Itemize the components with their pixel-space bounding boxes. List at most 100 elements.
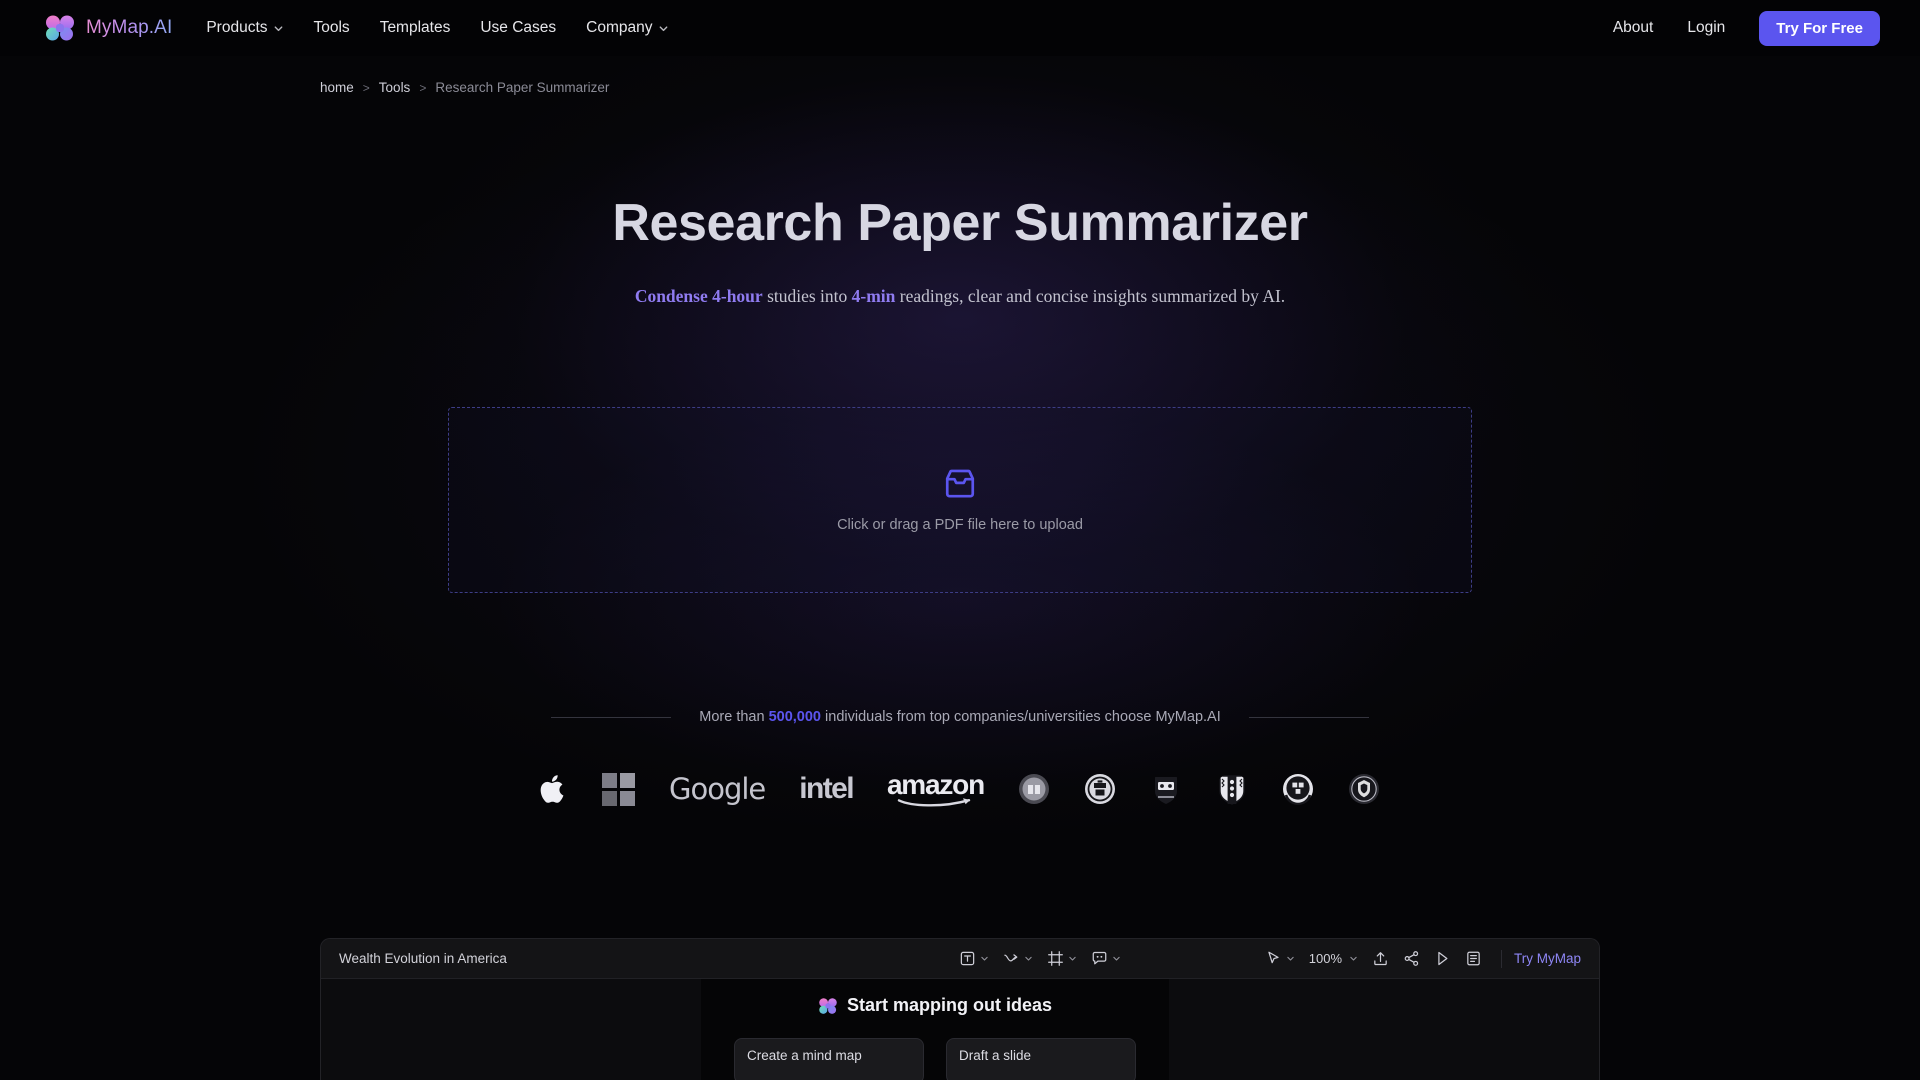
zoom-level-label: 100%	[1308, 951, 1342, 966]
modal-title-row: Start mapping out ideas	[818, 995, 1052, 1016]
upload-button[interactable]	[1365, 950, 1396, 967]
hero-subtitle-tail: readings, clear and concise insights sum…	[895, 286, 1286, 307]
zoom-level-button[interactable]: 100%	[1302, 951, 1365, 966]
chevron-down-icon	[1350, 956, 1357, 961]
try-for-free-button[interactable]: Try For Free	[1759, 10, 1880, 46]
create-mind-map-card[interactable]: Create a mind map	[734, 1038, 924, 1080]
logo-amazon: amazon	[886, 767, 985, 811]
nav-item-company[interactable]: Company	[586, 20, 668, 36]
outline-button[interactable]	[1458, 950, 1489, 967]
microsoft-icon	[602, 772, 635, 806]
top-navbar: MyMap.AI Products Tools Templates Use Ca…	[0, 0, 1920, 56]
toolbar-divider	[1501, 949, 1502, 968]
chevron-down-icon	[1113, 956, 1120, 961]
university-crest-icon	[1155, 777, 1177, 805]
nav-item-products[interactable]: Products	[206, 20, 283, 36]
nav-item-about-label: About	[1612, 19, 1654, 37]
breadcrumb-current: Research Paper Summarizer	[435, 80, 610, 95]
breadcrumb-home[interactable]: home	[320, 80, 354, 95]
mymap-cluster-logo-icon	[46, 15, 74, 41]
hero-subtitle-mid: studies into	[762, 286, 852, 307]
frame-tool-button[interactable]	[1040, 950, 1084, 967]
nav-item-tools-label: Tools	[313, 19, 350, 37]
nav-right-group: About Login Try For Free	[1613, 10, 1880, 46]
app-titlebar: Wealth Evolution in America 100% Try MyM…	[321, 939, 1599, 979]
modal-card-row: Create a mind map Draft a slide	[734, 1038, 1136, 1080]
social-proof-text: More than 500,000 individuals from top c…	[699, 709, 1220, 725]
connector-tool-button[interactable]	[996, 950, 1040, 967]
chevron-down-icon	[1287, 956, 1294, 961]
customer-logo-strip: Google intel amazon	[0, 763, 1920, 815]
nav-item-login[interactable]: Login	[1687, 20, 1725, 36]
logo-intel: intel	[799, 767, 854, 811]
mymap-cluster-logo-icon	[819, 997, 837, 1014]
nav-item-tools[interactable]: Tools	[314, 20, 350, 36]
nav-item-use-cases[interactable]: Use Cases	[480, 20, 556, 36]
cursor-icon	[1268, 951, 1279, 964]
present-play-icon	[1438, 951, 1448, 966]
comment-tool-icon	[1092, 951, 1107, 965]
app-toolbar-center	[952, 950, 1128, 967]
intel-wordmark: intel	[799, 772, 854, 806]
social-proof-row: More than 500,000 individuals from top c…	[0, 709, 1920, 725]
app-canvas-body: Start mapping out ideas Create a mind ma…	[321, 979, 1599, 1080]
nav-item-templates-label: Templates	[379, 19, 451, 37]
logo-apple	[540, 767, 568, 811]
breadcrumb-separator: >	[419, 80, 427, 95]
upload-prompt-text: Click or drag a PDF file here to upload	[837, 517, 1083, 534]
university-crest-icon	[1349, 774, 1379, 805]
nav-item-templates[interactable]: Templates	[380, 20, 451, 36]
share-icon	[1404, 951, 1419, 966]
connector-arrow-icon	[1004, 954, 1018, 962]
logo-google: Google	[669, 767, 766, 811]
brand-name: MyMap.AI	[86, 17, 173, 38]
frame-tool-icon	[1047, 951, 1063, 966]
nav-item-products-label: Products	[206, 19, 268, 37]
university-crest-icon	[1019, 774, 1049, 805]
nav-item-login-label: Login	[1687, 19, 1726, 37]
nav-item-company-label: Company	[586, 19, 653, 37]
modal-title-text: Start mapping out ideas	[846, 995, 1053, 1015]
nav-item-about[interactable]: About	[1613, 20, 1654, 36]
brand-logo[interactable]: MyMap.AI	[44, 14, 172, 42]
logo-microsoft	[602, 767, 635, 811]
chevron-down-icon	[981, 956, 988, 961]
hero-subtitle-highlight-1: Condense 4-hour	[634, 286, 763, 307]
apple-icon	[540, 775, 564, 803]
chevron-down-icon	[274, 25, 282, 31]
app-toolbar-right: 100% Try MyMap	[1258, 949, 1585, 968]
try-mymap-link[interactable]: Try MyMap	[1514, 951, 1585, 966]
text-tool-icon	[960, 951, 975, 966]
logo-university-crest-3	[1150, 767, 1182, 811]
text-tool-button[interactable]	[952, 950, 996, 967]
chevron-down-icon	[659, 25, 667, 31]
chevron-down-icon	[1025, 956, 1032, 961]
university-crest-icon	[1219, 775, 1245, 805]
draft-slide-card[interactable]: Draft a slide	[946, 1038, 1136, 1080]
breadcrumb: home > Tools > Research Paper Summarizer	[320, 80, 1920, 95]
hero-subtitle: Condense 4-hour studies into 4-min readi…	[0, 286, 1920, 307]
app-preview-panel: Wealth Evolution in America 100% Try MyM…	[320, 938, 1600, 1080]
university-crest-icon	[1085, 774, 1115, 805]
comment-tool-button[interactable]	[1084, 950, 1128, 967]
amazon-wordmark: amazon	[886, 768, 985, 800]
google-wordmark: Google	[669, 771, 766, 806]
upload-icon	[1374, 952, 1387, 966]
page-root: MyMap.AI Products Tools Templates Use Ca…	[0, 0, 1920, 1080]
social-proof-suffix: individuals from top companies/universit…	[821, 709, 1221, 726]
present-button[interactable]	[1427, 950, 1458, 967]
nav-item-use-cases-label: Use Cases	[480, 19, 557, 37]
social-proof-count: 500,000	[768, 709, 821, 726]
breadcrumb-tools[interactable]: Tools	[379, 80, 411, 95]
share-button[interactable]	[1396, 950, 1427, 967]
start-mapping-modal: Start mapping out ideas Create a mind ma…	[701, 979, 1169, 1080]
app-document-title[interactable]: Wealth Evolution in America	[339, 951, 507, 966]
pdf-upload-dropzone[interactable]: Click or drag a PDF file here to upload	[448, 407, 1472, 594]
logo-university-crest-5	[1282, 767, 1314, 811]
cursor-tool-button[interactable]	[1258, 950, 1302, 967]
logo-university-crest-1	[1018, 767, 1050, 811]
divider-right	[1248, 716, 1369, 718]
logo-university-crest-2	[1084, 767, 1116, 811]
page-title: Research Paper Summarizer	[612, 194, 1308, 252]
logo-university-crest-4	[1216, 767, 1248, 811]
